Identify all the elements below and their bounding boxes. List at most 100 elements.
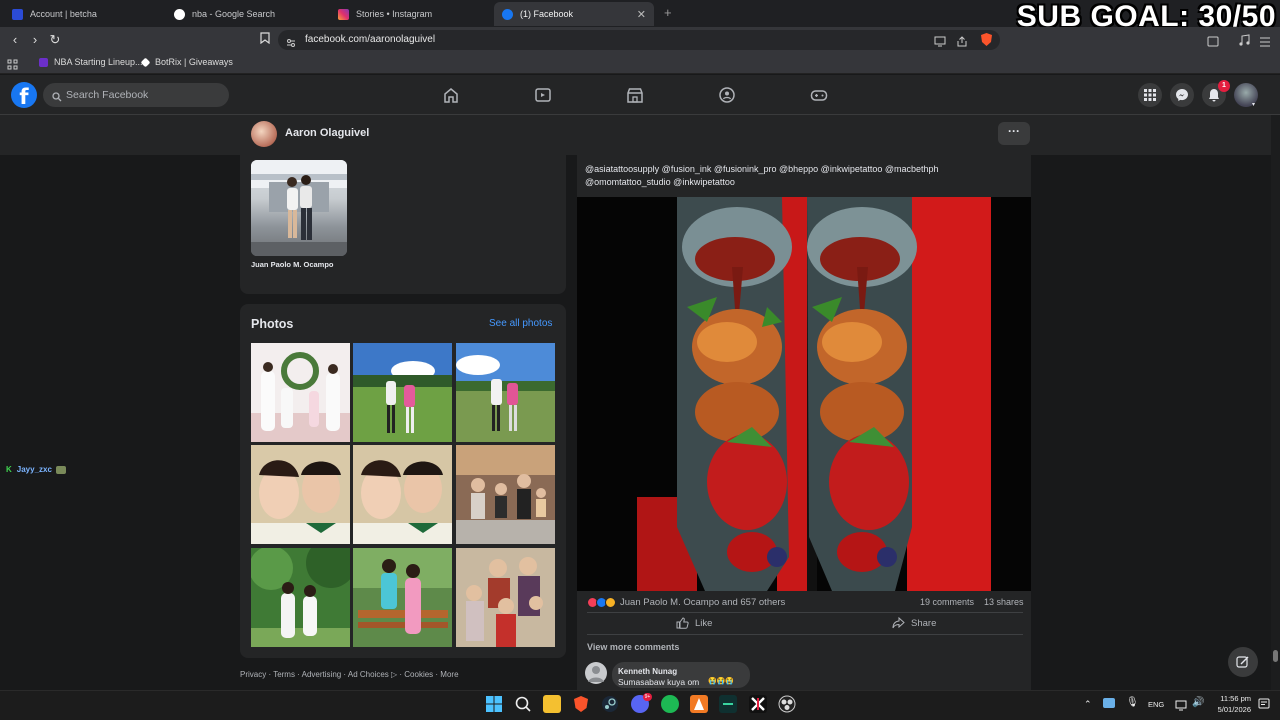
cast-icon[interactable] [934,34,946,52]
post-image[interactable] [577,197,1031,591]
messenger-button[interactable] [1170,83,1194,107]
extension-icon[interactable] [1207,34,1219,52]
footer-links[interactable]: Privacy · Terms · Advertising · Ad Choic… [240,670,459,679]
clock-time[interactable]: 11:56 pm [1215,694,1251,703]
site-info-icon[interactable] [286,35,296,53]
brave-browser-icon[interactable] [572,695,590,713]
comment-author[interactable]: Kenneth Nunag [618,667,677,676]
photo-thumbnail[interactable] [353,343,452,442]
search-icon [52,89,62,107]
new-message-button[interactable] [1228,647,1258,677]
steam-icon[interactable] [601,695,619,713]
tab-title: Stories • Instagram [356,9,433,19]
tab-title: nba - Google Search [192,9,276,19]
app-launcher-icon[interactable] [690,695,708,713]
video-icon[interactable] [534,86,552,104]
profile-name[interactable]: Aaron Olaguivel [285,127,369,139]
divider [587,612,1023,613]
onedrive-icon[interactable] [1103,698,1115,708]
notification-center-icon[interactable] [1258,697,1270,715]
more-options-button[interactable]: ··· [998,122,1030,145]
obs-icon[interactable] [778,695,796,713]
capcut-icon[interactable] [749,695,767,713]
microphone-icon[interactable]: 🎙 [1126,697,1139,708]
spotify-icon[interactable] [661,695,679,713]
facebook-icon [502,8,513,20]
media-control-icon[interactable] [1238,33,1250,51]
share-page-icon[interactable] [956,34,968,52]
shares-count[interactable]: 13 shares [984,597,1024,607]
taskbar-search-icon[interactable] [514,695,532,713]
commenter-avatar[interactable] [585,662,607,684]
search-placeholder: Search Facebook [66,89,149,101]
profile-avatar[interactable] [251,121,277,147]
tab-title: Account | betcha [30,9,97,19]
google-icon [174,8,185,20]
scrollbar-thumb[interactable] [1273,650,1278,662]
tab-instagram[interactable]: Stories • Instagram [330,2,490,26]
photo-thumbnail[interactable] [456,343,555,442]
chat-overlay-user: K Jayy_zxc [6,465,66,474]
chat-username: Jayy_zxc [16,465,52,474]
file-explorer-icon[interactable] [543,695,561,713]
comments-count[interactable]: 19 comments [920,597,974,607]
see-all-photos-link[interactable]: See all photos [489,318,552,329]
bookmark-label: NBA Starting Lineup... [54,57,143,67]
discord-badge: 9+ [643,693,652,701]
volume-icon[interactable]: 🔊 [1192,697,1204,708]
betcha-icon [12,8,23,20]
network-icon[interactable] [1175,698,1187,716]
view-more-comments-link[interactable]: View more comments [587,642,679,652]
share-button[interactable]: Share [892,617,936,629]
photo-thumbnail[interactable] [251,548,350,647]
groups-icon[interactable] [718,86,736,104]
share-icon [892,617,905,629]
wow-reaction-icon [605,597,616,608]
menu-button[interactable] [1138,83,1162,107]
tray-overflow-icon[interactable]: ⌃ [1084,699,1092,710]
tab-facebook[interactable]: (1) Facebook ✕ [494,2,654,26]
scrollbar[interactable] [1271,115,1280,690]
tab-google-search[interactable]: nba - Google Search [166,2,326,26]
photo-thumbnail[interactable] [456,445,555,544]
bell-icon [1209,89,1219,102]
photo-thumbnail[interactable] [353,548,452,647]
photo-thumbnail[interactable] [251,445,350,544]
home-icon[interactable] [442,86,460,104]
menu-icon[interactable] [1259,34,1271,52]
bookmark-nba-lineup[interactable]: NBA Starting Lineup... [39,57,143,67]
terminal-app-icon[interactable] [719,695,737,713]
divider [587,634,1023,635]
photo-thumbnail[interactable] [456,548,555,647]
brave-shield-icon[interactable] [980,32,993,52]
tab-title: (1) Facebook [520,9,574,19]
instagram-icon [338,8,349,20]
search-input[interactable]: Search Facebook [43,83,229,107]
reactions-summary[interactable]: Juan Paolo M. Ocampo and 657 others [587,597,785,608]
photo-thumbnail[interactable] [251,343,350,442]
bookmark-icon[interactable] [257,32,273,48]
tab-account-betcha[interactable]: Account | betcha [4,2,164,26]
photos-title: Photos [251,317,294,331]
kick-icon: K [6,465,12,474]
gaming-icon[interactable] [810,86,828,104]
photo-thumbnail[interactable] [353,445,452,544]
friend-photo[interactable] [251,160,347,256]
back-icon[interactable]: ‹ [7,32,23,48]
marketplace-icon[interactable] [626,86,644,104]
emote-icon [55,465,66,474]
menu-grid-icon [1144,89,1156,101]
forward-icon[interactable]: › [27,32,43,48]
friend-name[interactable]: Juan Paolo M. Ocampo [251,260,334,269]
facebook-logo[interactable]: f [11,82,37,109]
bookmark-botrix[interactable]: BotRix | Giveaways [140,57,233,67]
apps-grid-icon[interactable] [7,57,18,75]
language-indicator[interactable]: ENG [1148,700,1164,709]
reload-icon[interactable]: ↻ [47,32,63,48]
clock-date[interactable]: 5/01/2026 [1213,705,1251,714]
address-bar[interactable]: facebook.com/aaronolaguivel [278,30,1000,50]
new-tab-button[interactable]: + [664,5,672,20]
like-button[interactable]: Like [676,617,712,629]
windows-start-icon[interactable] [485,695,503,713]
close-tab-icon[interactable]: ✕ [637,8,646,21]
